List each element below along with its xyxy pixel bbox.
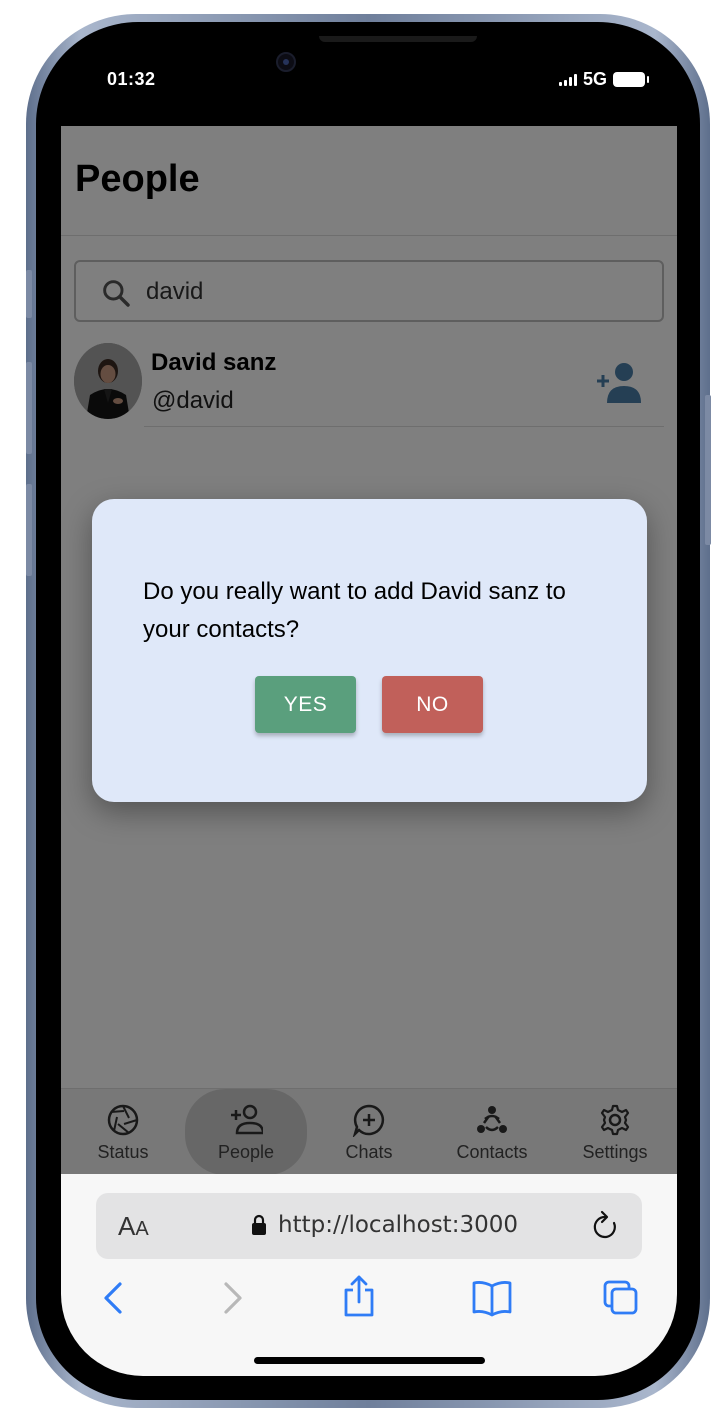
url-text: http://localhost:3000 — [278, 1212, 518, 1238]
volume-up-button — [26, 362, 32, 454]
lock-icon — [252, 1214, 266, 1235]
front-camera — [276, 52, 296, 72]
reload-icon[interactable] — [590, 1210, 620, 1242]
text-size-small: A — [135, 1218, 149, 1240]
volume-down-button — [26, 484, 32, 576]
dialog-message: Do you really want to add David sanz to … — [143, 578, 566, 643]
status-bar: 01:32 5G — [61, 36, 677, 126]
tabs-icon[interactable] — [602, 1278, 640, 1318]
speaker-grille — [319, 36, 477, 42]
no-button[interactable]: NO — [382, 676, 483, 733]
network-type: 5G — [582, 69, 607, 89]
action-button — [26, 270, 32, 318]
battery-icon — [613, 72, 649, 87]
browser-toolbar: AA http://localhost:3000 — [61, 1174, 677, 1376]
confirm-dialog: Do you really want to add David sanz to … — [92, 499, 647, 802]
yes-button[interactable]: YES — [255, 676, 356, 733]
power-button — [705, 395, 711, 545]
forward-icon[interactable] — [214, 1278, 252, 1318]
home-indicator — [254, 1357, 485, 1364]
signal-icon — [558, 73, 577, 86]
bookmarks-icon[interactable] — [471, 1278, 513, 1318]
phone-screen: 01:32 5G People david — [61, 36, 677, 1376]
text-size-large: A — [118, 1211, 136, 1241]
status-indicators: 5G — [558, 69, 649, 90]
status-time: 01:32 — [107, 69, 156, 89]
text-size-button[interactable]: AA — [118, 1211, 149, 1242]
share-icon[interactable] — [340, 1274, 378, 1318]
address-bar[interactable]: AA http://localhost:3000 — [96, 1193, 642, 1259]
back-icon[interactable] — [94, 1278, 132, 1318]
